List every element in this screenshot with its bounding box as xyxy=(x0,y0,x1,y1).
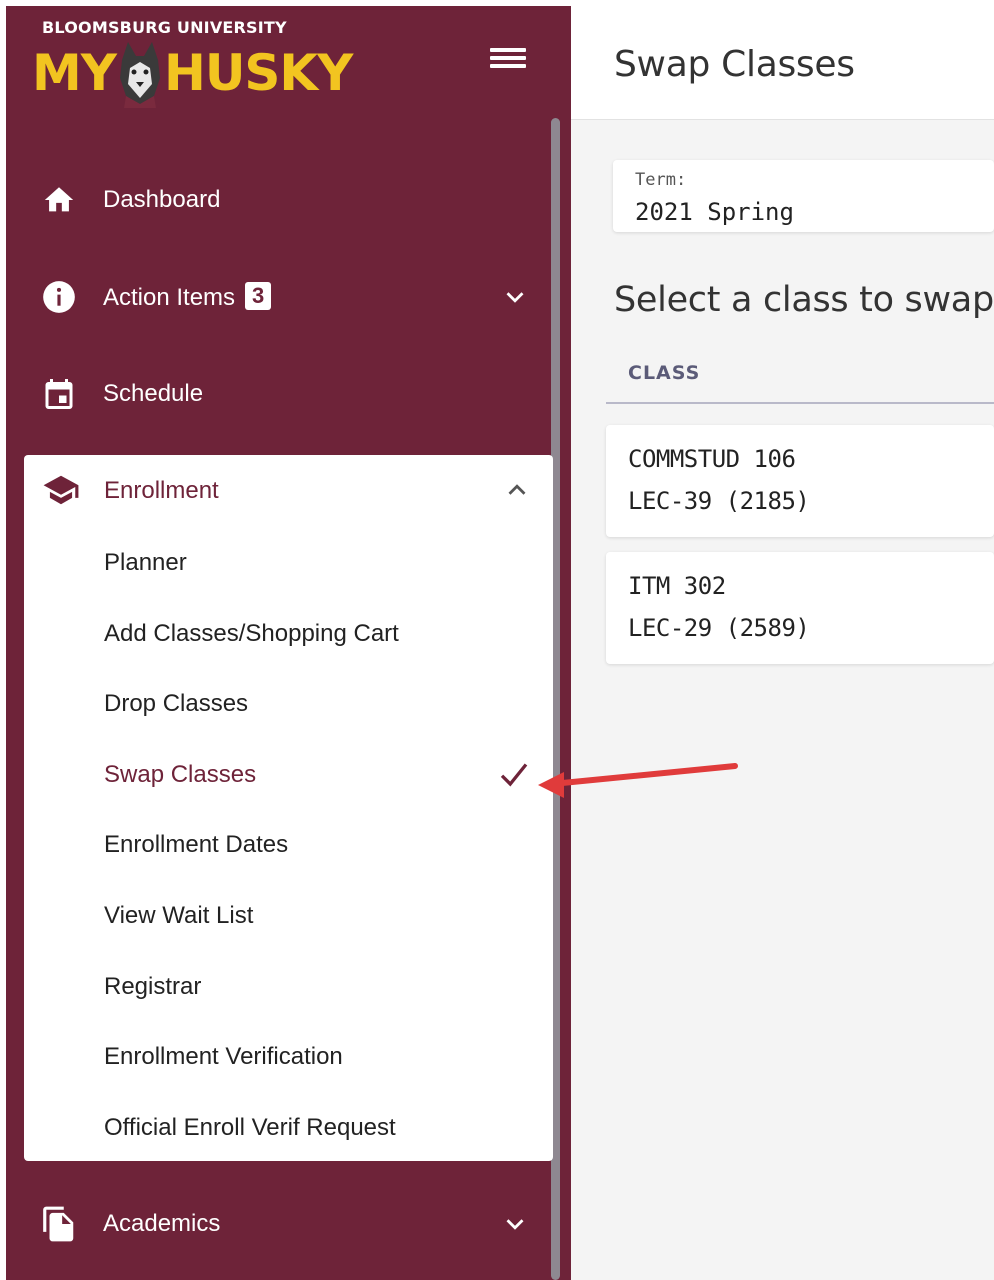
sidebar-item-label: Enrollment xyxy=(104,477,219,504)
sidebar-item-label: Dashboard xyxy=(103,186,221,213)
submenu-item-enrollment-verification[interactable]: Enrollment Verification xyxy=(104,1043,343,1071)
app-logo[interactable]: MY HUSKY xyxy=(32,38,353,108)
husky-mascot-icon xyxy=(119,42,160,108)
submenu-item-view-wait-list[interactable]: View Wait List xyxy=(104,902,253,930)
sidebar-item-label: Schedule xyxy=(103,380,204,407)
checkmark-icon xyxy=(500,763,528,787)
enrollment-submenu: Enrollment Planner Add Classes/Shopping … xyxy=(24,455,553,1161)
column-header-class: CLASS xyxy=(628,362,701,384)
term-selector[interactable]: Term: 2021 Spring xyxy=(613,160,994,232)
info-icon xyxy=(40,278,78,316)
class-row[interactable]: ITM 302 LEC-29 (2589) xyxy=(606,552,994,664)
sidebar-item-label: Action Items 3 xyxy=(103,282,272,312)
submenu-item-enrollment-dates[interactable]: Enrollment Dates xyxy=(104,831,288,859)
sidebar-item-label: Academics xyxy=(103,1210,221,1237)
term-value: 2021 Spring xyxy=(635,198,794,226)
calendar-icon xyxy=(40,375,78,413)
annotation-arrow-icon xyxy=(538,763,738,798)
page-title: Swap Classes xyxy=(614,44,855,85)
logo-text-left: MY xyxy=(32,44,117,102)
sidebar-item-enrollment[interactable]: Enrollment xyxy=(24,455,553,527)
documents-icon xyxy=(40,1205,78,1243)
class-section: LEC-39 (2185) xyxy=(628,487,810,515)
class-section: LEC-29 (2589) xyxy=(628,614,810,642)
term-label: Term: xyxy=(635,170,687,190)
chevron-up-icon[interactable] xyxy=(502,475,532,505)
graduation-cap-icon xyxy=(43,475,79,505)
class-course: ITM 302 xyxy=(628,572,726,600)
class-course: COMMSTUD 106 xyxy=(628,445,796,473)
logo-text-right: HUSKY xyxy=(163,44,353,102)
sidebar-item-dashboard[interactable]: Dashboard xyxy=(6,156,551,244)
submenu-item-swap-classes[interactable]: Swap Classes xyxy=(104,761,256,789)
chevron-down-icon[interactable] xyxy=(500,1209,530,1239)
chevron-down-icon[interactable] xyxy=(500,282,530,312)
submenu-item-add-classes[interactable]: Add Classes/Shopping Cart xyxy=(104,620,399,648)
hamburger-menu-icon[interactable] xyxy=(488,44,528,76)
sidebar-item-schedule[interactable]: Schedule xyxy=(6,350,551,438)
class-row[interactable]: COMMSTUD 106 LEC-39 (2185) xyxy=(606,425,994,537)
home-icon xyxy=(40,181,78,219)
sidebar-item-action-items[interactable]: Action Items 3 xyxy=(6,253,551,341)
action-items-count-badge: 3 xyxy=(245,282,272,310)
sidebar-item-academics[interactable]: Academics xyxy=(6,1180,551,1268)
header-divider xyxy=(606,402,994,404)
submenu-item-drop-classes[interactable]: Drop Classes xyxy=(104,690,248,718)
submenu-item-planner[interactable]: Planner xyxy=(104,549,187,577)
action-items-text: Action Items xyxy=(103,284,236,311)
submenu-item-registrar[interactable]: Registrar xyxy=(104,973,201,1001)
university-name: BLOOMSBURG UNIVERSITY xyxy=(42,18,287,37)
section-title: Select a class to swap xyxy=(614,280,994,320)
submenu-item-official-enroll-verif-request[interactable]: Official Enroll Verif Request xyxy=(104,1114,396,1142)
